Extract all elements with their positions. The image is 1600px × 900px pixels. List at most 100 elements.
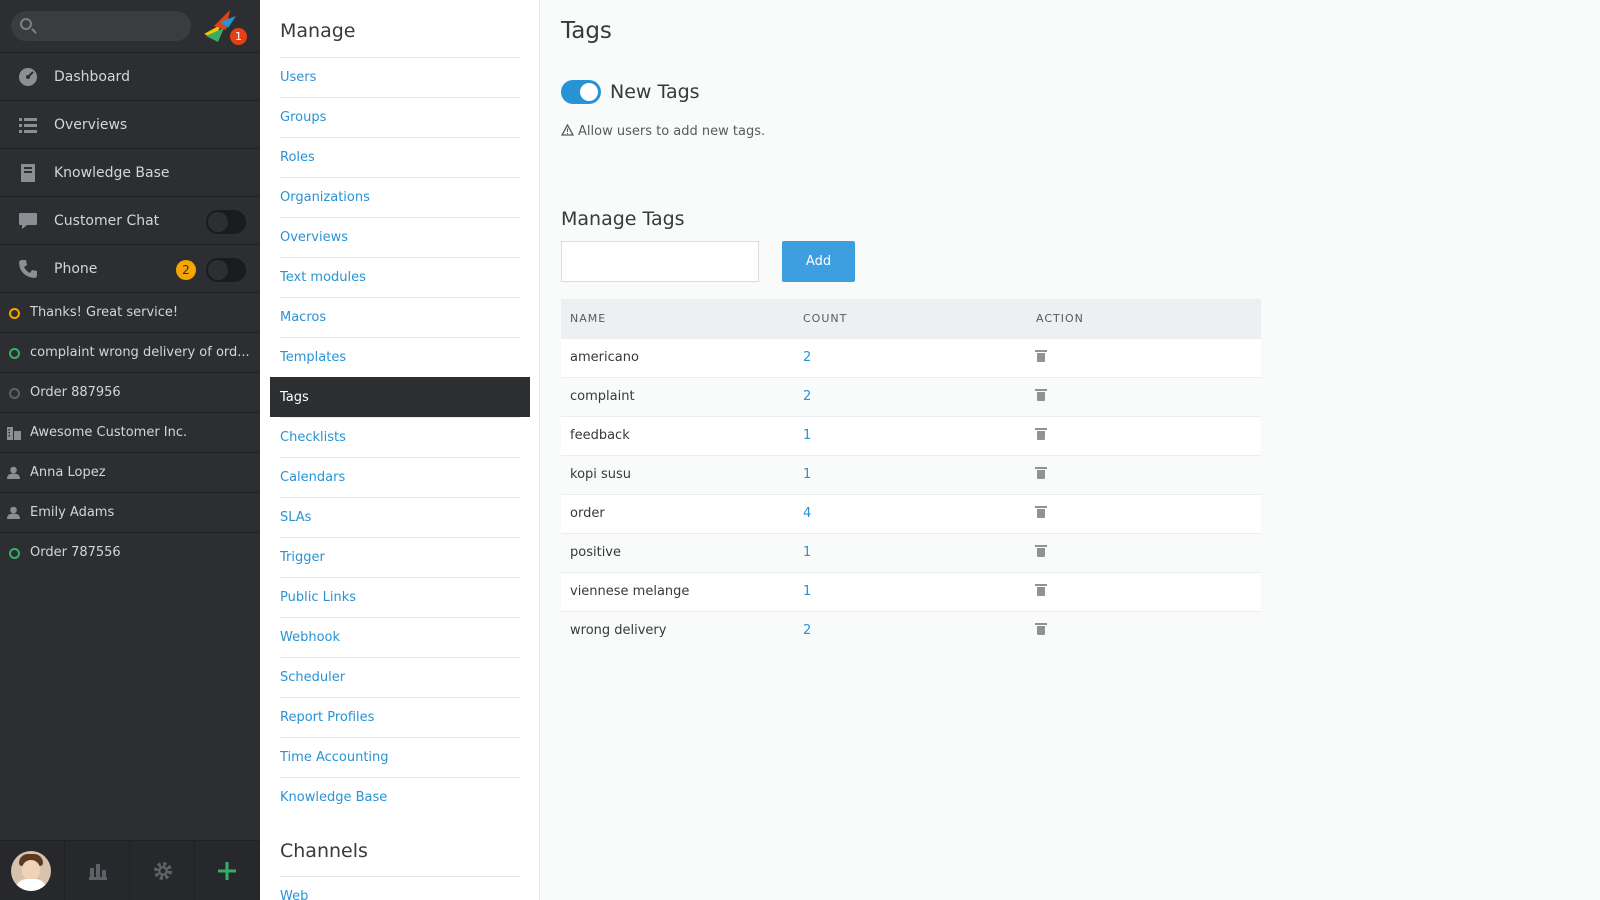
dashboard-icon bbox=[18, 67, 38, 87]
tag-count-link[interactable]: 1 bbox=[794, 454, 1027, 494]
add-tag-button[interactable]: Add bbox=[782, 241, 855, 282]
new-tag-input[interactable] bbox=[561, 241, 759, 282]
chat-toggle[interactable] bbox=[206, 210, 246, 234]
settings-button[interactable] bbox=[130, 841, 195, 900]
trash-icon[interactable] bbox=[1035, 544, 1047, 557]
trash-icon[interactable] bbox=[1035, 505, 1047, 518]
table-row: wrong delivery 2 bbox=[561, 610, 1261, 650]
nav-task-item[interactable]: Awesome Customer Inc. bbox=[0, 412, 260, 452]
main-content: Tags New Tags Allow users to add new tag… bbox=[541, 0, 1600, 900]
nav-task-label: Awesome Customer Inc. bbox=[30, 425, 188, 440]
manage-link-trigger[interactable]: Trigger bbox=[280, 537, 520, 577]
trash-icon[interactable] bbox=[1035, 622, 1047, 635]
tag-name: kopi susu bbox=[561, 454, 794, 494]
nav-task-label: Thanks! Great service! bbox=[30, 305, 179, 320]
notification-badge: 1 bbox=[230, 28, 247, 45]
trash-icon[interactable] bbox=[1035, 427, 1047, 440]
manage-link-calendars[interactable]: Calendars bbox=[280, 457, 520, 497]
new-tags-toggle[interactable] bbox=[561, 80, 601, 104]
new-ticket-button[interactable] bbox=[195, 841, 260, 900]
action-cell bbox=[1027, 415, 1261, 455]
phone-icon bbox=[18, 259, 38, 279]
trash-icon[interactable] bbox=[1035, 388, 1047, 401]
manage-link-templates[interactable]: Templates bbox=[280, 337, 520, 377]
trash-icon[interactable] bbox=[1035, 583, 1047, 596]
action-cell bbox=[1027, 376, 1261, 416]
column-header-count[interactable]: COUNT bbox=[794, 299, 1027, 338]
manage-link-groups[interactable]: Groups bbox=[280, 97, 520, 137]
ticket-new-icon bbox=[9, 348, 20, 359]
tag-name: order bbox=[561, 493, 794, 533]
nav-item-phone[interactable]: Phone 2 bbox=[0, 244, 260, 292]
manage-link-scheduler[interactable]: Scheduler bbox=[280, 657, 520, 697]
manage-link-public-links[interactable]: Public Links bbox=[280, 577, 520, 617]
nav-task-item[interactable]: Order 787556 bbox=[0, 532, 260, 572]
hint-text: Allow users to add new tags. bbox=[578, 124, 766, 139]
trash-icon[interactable] bbox=[1035, 349, 1047, 362]
nav-task-label: Order 887956 bbox=[30, 385, 121, 400]
table-row: kopi susu 1 bbox=[561, 454, 1261, 494]
manage-link-web[interactable]: Web bbox=[280, 876, 520, 900]
nav-item-knowledge-base[interactable]: Knowledge Base bbox=[0, 148, 260, 196]
avatar bbox=[11, 851, 51, 891]
nav-item-label: Phone bbox=[54, 261, 98, 277]
action-cell bbox=[1027, 532, 1261, 572]
trash-icon[interactable] bbox=[1035, 466, 1047, 479]
nav-task-item[interactable]: Thanks! Great service! bbox=[0, 292, 260, 332]
tag-name: feedback bbox=[561, 415, 794, 455]
nav-task-item[interactable]: Anna Lopez bbox=[0, 452, 260, 492]
manage-link-organizations[interactable]: Organizations bbox=[280, 177, 520, 217]
manage-link-macros[interactable]: Macros bbox=[280, 297, 520, 337]
manage-link-roles[interactable]: Roles bbox=[280, 137, 520, 177]
tag-count-link[interactable]: 1 bbox=[794, 415, 1027, 455]
table-row: feedback 1 bbox=[561, 415, 1261, 455]
nav-header: 1 bbox=[0, 0, 260, 52]
tag-name: positive bbox=[561, 532, 794, 572]
nav-item-customer-chat[interactable]: Customer Chat bbox=[0, 196, 260, 244]
search-input[interactable] bbox=[11, 11, 191, 41]
user-avatar-button[interactable] bbox=[0, 841, 65, 900]
manage-link-slas[interactable]: SLAs bbox=[280, 497, 520, 537]
ticket-new-icon bbox=[9, 548, 20, 559]
nav-task-item[interactable]: Order 887956 bbox=[0, 372, 260, 412]
table-row: americano 2 bbox=[561, 337, 1261, 377]
nav-task-item[interactable]: complaint wrong delivery of ord... bbox=[0, 332, 260, 372]
action-cell bbox=[1027, 337, 1261, 377]
phone-count-badge: 2 bbox=[176, 260, 196, 280]
action-cell bbox=[1027, 493, 1261, 533]
manage-link-tags[interactable]: Tags bbox=[270, 377, 530, 417]
manage-link-time-accounting[interactable]: Time Accounting bbox=[280, 737, 520, 777]
manage-link-checklists[interactable]: Checklists bbox=[280, 417, 520, 457]
tag-count-link[interactable]: 1 bbox=[794, 571, 1027, 611]
manage-link-overviews[interactable]: Overviews bbox=[280, 217, 520, 257]
tag-count-link[interactable]: 2 bbox=[794, 376, 1027, 416]
nav-item-label: Customer Chat bbox=[54, 213, 160, 229]
nav-item-label: Knowledge Base bbox=[54, 165, 170, 181]
table-row: order 4 bbox=[561, 493, 1261, 533]
column-header-name[interactable]: NAME bbox=[561, 299, 794, 338]
bar-chart-icon bbox=[89, 864, 107, 880]
tag-count-link[interactable]: 2 bbox=[794, 337, 1027, 377]
nav-item-label: Dashboard bbox=[54, 69, 130, 85]
manage-tags-heading: Manage Tags bbox=[561, 208, 685, 230]
person-icon bbox=[7, 506, 21, 520]
nav-item-dashboard[interactable]: Dashboard bbox=[0, 52, 260, 100]
reports-button[interactable] bbox=[65, 841, 130, 900]
warning-icon bbox=[561, 124, 574, 136]
tag-count-link[interactable]: 1 bbox=[794, 532, 1027, 572]
person-icon bbox=[7, 466, 21, 480]
tag-count-link[interactable]: 2 bbox=[794, 610, 1027, 650]
manage-link-report-profiles[interactable]: Report Profiles bbox=[280, 697, 520, 737]
nav-task-item[interactable]: Emily Adams bbox=[0, 492, 260, 532]
manage-link-users[interactable]: Users bbox=[280, 57, 520, 97]
nav-item-overviews[interactable]: Overviews bbox=[0, 100, 260, 148]
phone-toggle[interactable] bbox=[206, 258, 246, 282]
tag-name: americano bbox=[561, 337, 794, 377]
table-row: viennese melange 1 bbox=[561, 571, 1261, 611]
manage-link-webhook[interactable]: Webhook bbox=[280, 617, 520, 657]
manage-link-knowledge-base[interactable]: Knowledge Base bbox=[280, 777, 520, 817]
tag-count-link[interactable]: 4 bbox=[794, 493, 1027, 533]
chat-icon bbox=[18, 211, 38, 231]
tag-name: wrong delivery bbox=[561, 610, 794, 650]
manage-link-text-modules[interactable]: Text modules bbox=[280, 257, 520, 297]
